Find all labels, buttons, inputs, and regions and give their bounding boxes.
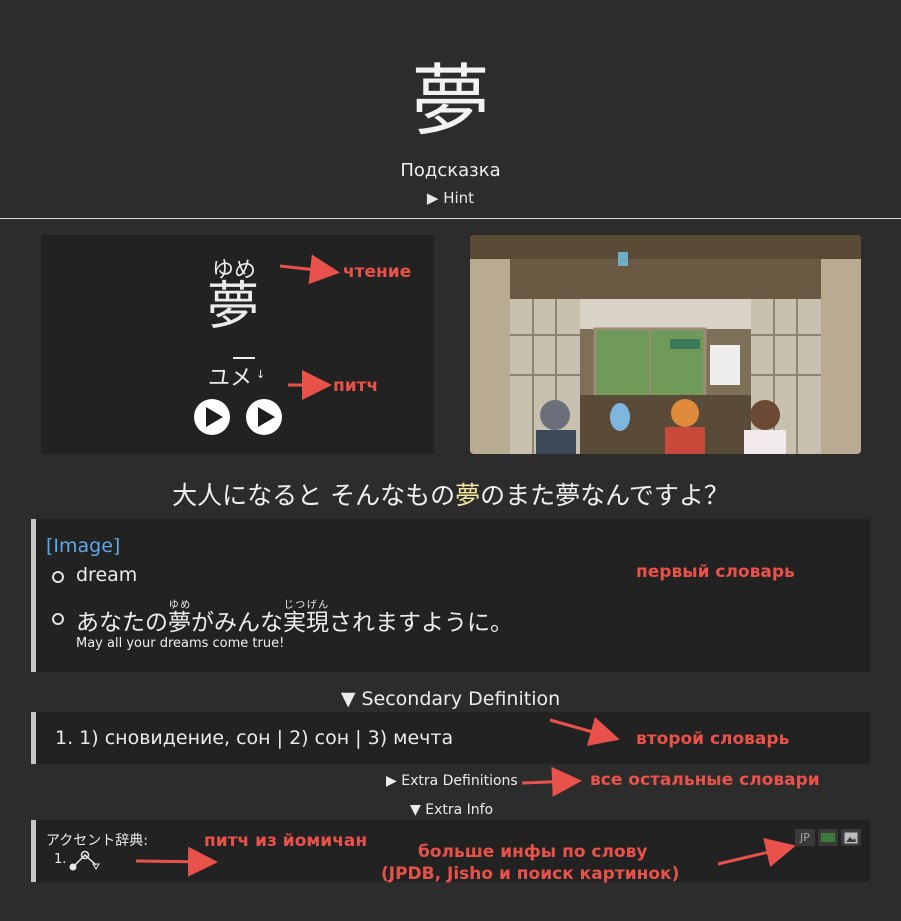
jisho-icon: [821, 833, 835, 842]
annotation-more-info: больше инфы по слову: [418, 842, 648, 862]
play-icon: [258, 407, 275, 427]
pitch-reading: ユメ: [208, 366, 253, 391]
annotation-more-info-sources: (JPDB, Jisho и поиск картинок): [381, 864, 680, 884]
arrow-other-dictionaries: [521, 766, 582, 797]
pitch-drop-icon: ↓: [256, 368, 266, 381]
hint-title: Подсказка: [400, 160, 501, 181]
anime-screenshot: [470, 235, 861, 454]
bullet-icon: [52, 571, 64, 583]
play-audio-button-1[interactable]: [194, 399, 230, 435]
jpdb-button[interactable]: JP: [795, 829, 815, 846]
sentence-highlight: 夢: [455, 481, 481, 510]
image-search-icon: [844, 832, 858, 844]
annotation-second-dictionary: второй словарь: [636, 729, 790, 749]
annotation-yomichan-pitch: питч из йомичан: [204, 831, 368, 851]
extra-definitions-toggle[interactable]: ▶ Extra Definitions: [386, 773, 518, 789]
annotation-reading: чтение: [343, 262, 412, 282]
play-audio-button-2[interactable]: [246, 399, 282, 435]
accent-dictionary-label: アクセント辞典:: [46, 833, 149, 849]
example-part: あなたの: [76, 610, 168, 636]
example-japanese: あなたの夢ゆめがみんな実現じつげんされますように。: [76, 600, 513, 637]
example-ruby-yume: 夢ゆめ: [168, 600, 191, 636]
example-part: がみんな: [191, 610, 283, 636]
pitch-overline: [233, 357, 255, 359]
image-link[interactable]: [Image]: [46, 535, 120, 557]
target-word: 夢: [411, 57, 490, 147]
annotation-pitch: питч: [333, 376, 379, 396]
annotation-first-dictionary: первый словарь: [636, 562, 795, 582]
secondary-definition-text: 1. 1) сновидение, сон | 2) сон | 3) мечт…: [55, 727, 454, 749]
image-search-button[interactable]: [841, 829, 861, 846]
pitch-graph-icon: [69, 850, 100, 871]
sentence-before: 大人になると そんなもの: [172, 481, 456, 510]
extra-info-toggle[interactable]: ▼ Extra Info: [410, 802, 493, 818]
bullet-icon: [52, 613, 64, 625]
accent-entry-number: 1.: [54, 852, 67, 867]
hint-toggle[interactable]: ▶ Hint: [0, 189, 901, 207]
example-part: されますように。: [329, 610, 513, 636]
gloss-text: dream: [76, 564, 138, 586]
secondary-definition-toggle[interactable]: ▼ Secondary Definition: [0, 688, 901, 710]
card-kanji: 夢: [207, 277, 260, 337]
divider: [0, 218, 901, 219]
example-ruby-jitsugen: 実現じつげん: [283, 600, 329, 636]
jisho-button[interactable]: [818, 829, 838, 846]
example-sentence: 大人になると そんなもの夢のまた夢なんですよ？: [0, 476, 901, 512]
example-english: May all your dreams come true!: [76, 636, 285, 651]
sentence-after: のまた夢なんですよ？: [480, 481, 729, 510]
anime-scene-illustration: [470, 235, 861, 454]
play-icon: [206, 407, 223, 427]
annotation-other-dictionaries: все остальные словари: [590, 770, 820, 790]
